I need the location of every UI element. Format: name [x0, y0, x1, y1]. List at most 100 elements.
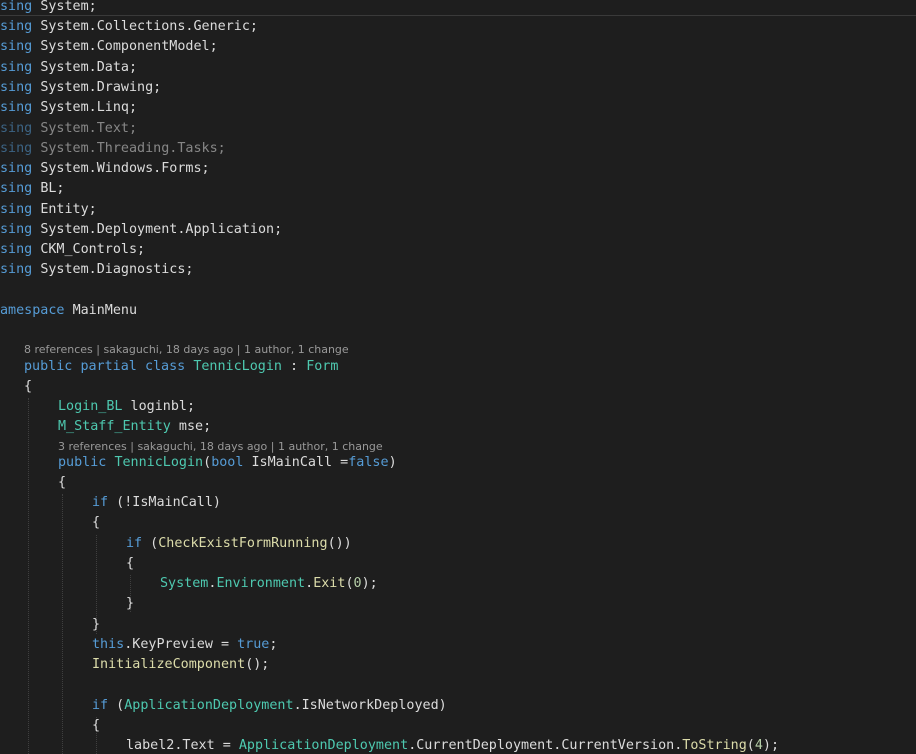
using-namespace: System.Windows.Forms;	[40, 161, 210, 176]
code-token: if	[92, 698, 109, 713]
code-token: CheckExistFormRunning	[158, 536, 328, 551]
code-token: .	[305, 576, 314, 591]
namespace-line[interactable]: amespace MainMenu	[0, 302, 137, 320]
using-namespace: System.Drawing;	[40, 80, 162, 95]
code-token: ApplicationDeployment	[238, 738, 409, 753]
code-line[interactable]: public partial class TennicLogin : Form	[24, 358, 338, 376]
using-line[interactable]: sing System.Windows.Forms;	[0, 160, 210, 178]
code-line[interactable]: {	[92, 514, 100, 532]
using-namespace: System.Threading.Tasks;	[40, 141, 226, 156]
code-token: TennicLogin	[193, 359, 282, 374]
using-line[interactable]: sing Entity;	[0, 201, 97, 219]
using-namespace: Entity;	[40, 202, 97, 217]
using-line[interactable]: sing System.Text;	[0, 120, 137, 138]
code-token: ())	[327, 536, 352, 551]
using-keyword: sing	[0, 242, 33, 257]
code-token: {	[58, 475, 67, 490]
using-keyword: sing	[0, 80, 33, 95]
code-token: Environment	[216, 576, 306, 591]
code-line[interactable]: InitializeComponent();	[92, 656, 269, 674]
using-namespace: System.Deployment.Application;	[40, 222, 283, 237]
code-line[interactable]: Login_BL loginbl;	[58, 398, 195, 416]
using-namespace: System.Collections.Generic;	[40, 19, 258, 34]
using-keyword: sing	[0, 262, 33, 277]
namespace-keyword: amespace	[0, 303, 65, 318]
code-line[interactable]: }	[126, 595, 134, 613]
constructor-codelens[interactable]: 3 references | sakaguchi, 18 days ago | …	[58, 440, 383, 454]
using-keyword: sing	[0, 161, 33, 176]
code-token: (	[203, 455, 212, 470]
using-line[interactable]: sing System.Diagnostics;	[0, 261, 194, 279]
using-line[interactable]: sing System.ComponentModel;	[0, 38, 218, 56]
code-token: .CurrentDeployment.CurrentVersion.	[408, 738, 683, 753]
using-keyword: sing	[0, 39, 33, 54]
code-line[interactable]: {	[58, 474, 66, 492]
code-token: 4	[754, 738, 763, 753]
using-line[interactable]: sing CKM_Controls;	[0, 241, 145, 259]
class-codelens[interactable]: 8 references | sakaguchi, 18 days ago | …	[24, 343, 349, 357]
code-line[interactable]: M_Staff_Entity mse;	[58, 418, 211, 436]
code-token: .KeyPreview =	[124, 637, 238, 652]
code-token: loginbl;	[122, 399, 196, 414]
code-token: (	[746, 738, 755, 753]
code-line[interactable]: {	[126, 555, 134, 573]
code-token: false	[348, 455, 389, 470]
code-line[interactable]: if (!IsMainCall)	[92, 494, 221, 512]
using-namespace: System.Text;	[40, 121, 138, 136]
code-editor[interactable]: sing System; sing System.Collections.Gene…	[0, 0, 916, 754]
code-token: {	[24, 379, 33, 394]
using-namespace: BL;	[40, 181, 65, 196]
code-token: )	[388, 455, 397, 470]
code-line[interactable]: {	[92, 717, 100, 735]
using-keyword: sing	[0, 100, 33, 115]
using-namespace: System.ComponentModel;	[40, 39, 218, 54]
code-token: label2.Text =	[126, 738, 239, 753]
code-token: {	[92, 515, 101, 530]
code-line[interactable]: this.KeyPreview = true;	[92, 636, 277, 654]
code-line[interactable]: System.Environment.Exit(0);	[160, 575, 378, 593]
code-token: IsMainCall =	[243, 455, 349, 470]
using-line[interactable]: sing BL;	[0, 180, 65, 198]
code-line[interactable]: label2.Text = ApplicationDeployment.Curr…	[126, 737, 779, 754]
code-token: Exit	[313, 576, 346, 591]
using-keyword: sing	[0, 0, 33, 14]
code-token: {	[92, 718, 101, 733]
code-token: TennicLogin	[114, 455, 204, 470]
code-token: (	[108, 698, 125, 713]
code-token: InitializeComponent	[92, 657, 246, 672]
using-line[interactable]: sing System.Linq;	[0, 99, 137, 117]
code-line[interactable]: if (CheckExistFormRunning())	[126, 535, 352, 553]
code-token: if	[126, 536, 143, 551]
code-line[interactable]: {	[24, 378, 32, 396]
code-token: }	[126, 596, 135, 611]
code-token: :	[282, 359, 307, 374]
using-keyword: sing	[0, 202, 33, 217]
using-keyword: sing	[0, 19, 33, 34]
code-token: Login_BL	[58, 399, 123, 414]
using-line[interactable]: sing System.Data;	[0, 59, 137, 77]
using-namespace: CKM_Controls;	[40, 242, 146, 257]
namespace-name: MainMenu	[72, 303, 138, 318]
code-token: ApplicationDeployment	[124, 698, 294, 713]
code-line[interactable]: public TennicLogin(bool IsMainCall =fals…	[58, 454, 397, 472]
current-line-highlight	[0, 0, 916, 16]
code-token: class	[144, 359, 186, 374]
code-token: (	[142, 536, 159, 551]
using-keyword: sing	[0, 60, 33, 75]
using-line[interactable]: sing System;	[0, 0, 97, 16]
code-line[interactable]: if (ApplicationDeployment.IsNetworkDeplo…	[92, 697, 447, 715]
code-line[interactable]: }	[92, 616, 100, 634]
using-line[interactable]: sing System.Collections.Generic;	[0, 18, 258, 36]
code-token: public	[58, 455, 107, 470]
code-token: {	[126, 556, 135, 571]
code-token: (	[345, 576, 354, 591]
using-keyword: sing	[0, 121, 33, 136]
code-token: bool	[211, 455, 244, 470]
using-line[interactable]: sing System.Threading.Tasks;	[0, 140, 226, 158]
code-token: mse;	[170, 419, 212, 434]
using-keyword: sing	[0, 181, 33, 196]
using-line[interactable]: sing System.Deployment.Application;	[0, 221, 282, 239]
code-token: true	[237, 637, 270, 652]
using-namespace: System;	[40, 0, 97, 14]
using-line[interactable]: sing System.Drawing;	[0, 79, 161, 97]
